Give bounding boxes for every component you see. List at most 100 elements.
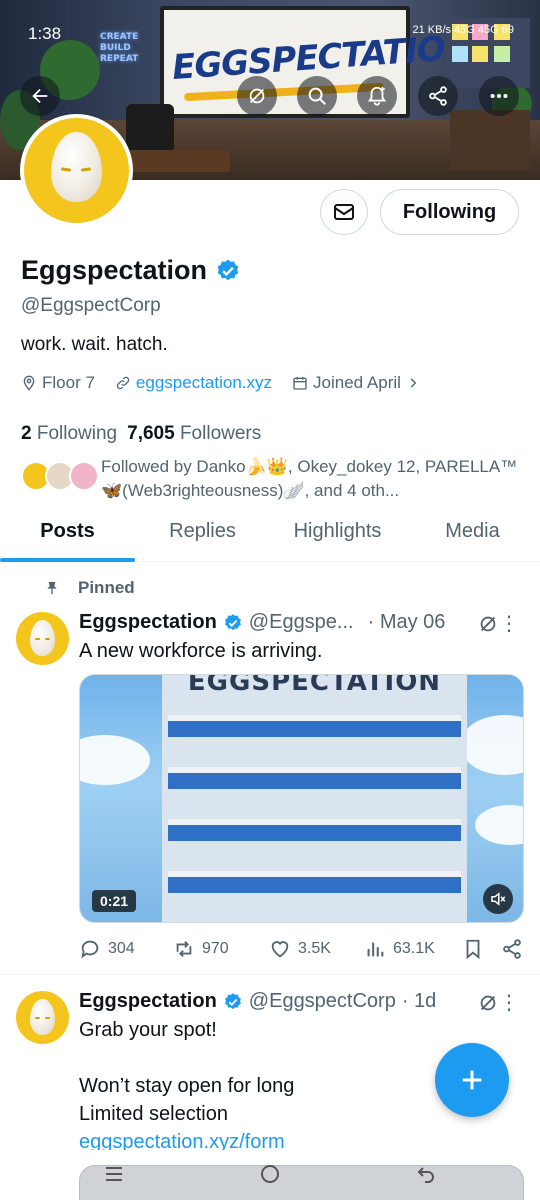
post-header: Eggspectation @EggspectCorp · 1d ⋮ (79, 990, 529, 1015)
post-author-avatar[interactable] (16, 612, 69, 665)
banner-shelf (450, 110, 530, 170)
mail-icon (334, 204, 354, 220)
followed-by-avatars (21, 461, 99, 491)
post-timestamp: · May 06 (367, 611, 446, 633)
following-stat[interactable]: 2 Following (21, 423, 117, 445)
joined-text: Joined April (313, 373, 401, 392)
avatar (69, 461, 99, 491)
location-pin-icon (23, 375, 35, 391)
verified-badge-icon (224, 992, 241, 1009)
website-link[interactable]: eggspectation.xyz (136, 373, 272, 393)
notification-bell-icon (367, 86, 387, 106)
search-button[interactable] (297, 76, 337, 116)
location-text: Floor 7 (42, 373, 95, 392)
tab-media[interactable]: Media (405, 508, 540, 561)
status-bar: 1:38 21 KB/s 45G 45G 69 (0, 20, 540, 46)
verified-badge-icon[interactable] (215, 258, 241, 284)
calendar-icon (293, 377, 307, 390)
no-repost-button[interactable] (237, 76, 277, 116)
more-icon (490, 93, 508, 99)
post-actions: 304 970 3.5K 63.1K (79, 938, 529, 966)
post-more-button[interactable]: ⋮ (499, 611, 519, 636)
search-icon (308, 87, 326, 105)
post-author-avatar[interactable] (16, 991, 69, 1044)
followers-count: 7,605 (127, 423, 175, 444)
more-options-button[interactable] (479, 76, 519, 116)
views-button[interactable]: 63.1K (364, 938, 435, 960)
post-author-handle[interactable]: @EggspectCorp (249, 990, 396, 1013)
post-author-handle[interactable]: @Eggspe... (249, 611, 354, 634)
no-repost-icon[interactable] (477, 992, 499, 1014)
like-count: 3.5K (298, 940, 331, 957)
share-button[interactable] (418, 76, 458, 116)
followed-by-text: Followed by Danko🍌👑, Okey_dokey 12, PARE… (101, 457, 518, 500)
pinned-indicator: Pinned (44, 578, 135, 598)
reply-button[interactable]: 304 (79, 938, 135, 960)
back-button[interactable] (20, 76, 60, 116)
link-icon (116, 376, 130, 390)
pinned-label: Pinned (78, 578, 135, 597)
banner-board-swoosh (183, 82, 385, 102)
repost-count: 970 (202, 940, 229, 957)
mute-button[interactable] (483, 884, 513, 914)
recent-apps-icon[interactable] (102, 1162, 126, 1186)
post-text-line: Grab your spot! (79, 1019, 217, 1041)
post-timestamp: · 1d (401, 990, 437, 1012)
profile-joined[interactable]: Joined April (292, 373, 420, 393)
like-button[interactable]: 3.5K (269, 938, 331, 960)
heart-icon (271, 941, 289, 958)
back-nav-icon[interactable] (414, 1162, 438, 1186)
followed-by-section[interactable]: Followed by Danko🍌👑, Okey_dokey 12, PARE… (21, 455, 526, 501)
following-label: Following (36, 423, 118, 444)
verified-badge-icon (224, 613, 241, 630)
speaker-muted-icon (491, 892, 506, 906)
banner-chair (126, 104, 174, 150)
post-text-line: Won’t stay open for long (79, 1075, 295, 1097)
no-repost-icon[interactable] (477, 613, 499, 635)
following-button[interactable]: Following (380, 189, 519, 235)
profile-display-name: Eggspectation (21, 255, 208, 285)
banner-desk (120, 150, 230, 172)
repost-button[interactable]: 970 (173, 938, 229, 960)
notification-button[interactable] (357, 76, 397, 116)
post-header: Eggspectation @Eggspe... · May 06 ⋮ (79, 611, 529, 636)
pin-icon (47, 582, 57, 594)
home-icon[interactable] (258, 1162, 282, 1186)
bookmark-button[interactable] (462, 938, 484, 960)
post-author-name[interactable]: Eggspectation (79, 990, 217, 1013)
post-link[interactable]: eggspectation.xyz/form (79, 1128, 285, 1150)
following-count: 2 (21, 423, 32, 444)
tab-replies[interactable]: Replies (135, 508, 270, 561)
profile-location: Floor 7 (21, 373, 95, 393)
bookmark-icon (466, 939, 480, 960)
tab-posts[interactable]: Posts (0, 508, 135, 562)
share-post-button[interactable] (501, 938, 523, 960)
repost-icon (176, 941, 192, 957)
profile-handle: @EggspectCorp (21, 295, 161, 316)
profile-stats: 2 Following 7,605 Followers (21, 423, 261, 445)
followers-stat[interactable]: 7,605 Followers (127, 423, 261, 445)
avatar-egg-image (24, 118, 129, 223)
profile-bio: work. wait. hatch. (21, 334, 168, 355)
profile-tabs: Posts Replies Highlights Media (0, 508, 540, 562)
post-more-button[interactable]: ⋮ (499, 990, 519, 1015)
arrow-left-icon (32, 88, 48, 104)
share-icon (503, 939, 521, 959)
profile-avatar[interactable] (20, 114, 133, 227)
followers-label: Followers (179, 423, 262, 444)
views-chart-icon (367, 942, 384, 957)
video-thumbnail-building: EGGSPECTATION (162, 675, 467, 922)
share-icon (429, 86, 447, 106)
message-button[interactable] (320, 189, 368, 235)
post-divider (0, 974, 540, 975)
post-video[interactable]: EGGSPECTATION 0:21 (79, 674, 524, 923)
status-time: 1:38 (28, 24, 62, 43)
compose-post-button[interactable] (435, 1043, 509, 1117)
reply-icon (81, 940, 99, 959)
plus-icon (462, 1070, 482, 1090)
post-text: A new workforce is arriving. (79, 640, 323, 662)
profile-meta: Floor 7 eggspectation.xyz Joined April (21, 373, 420, 393)
tab-highlights[interactable]: Highlights (270, 508, 405, 561)
post-author-name[interactable]: Eggspectation (79, 611, 217, 634)
profile-website[interactable]: eggspectation.xyz (115, 373, 272, 393)
